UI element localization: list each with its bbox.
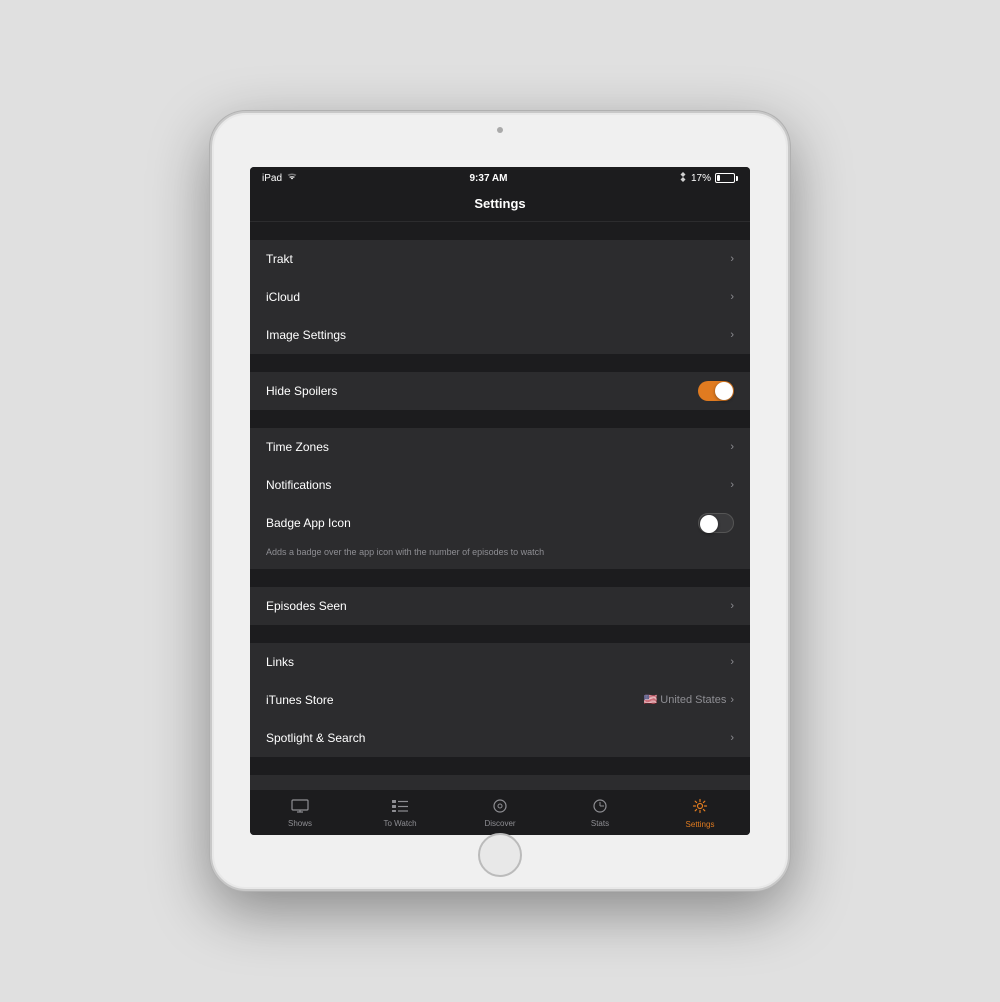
links-row[interactable]: Links ›	[250, 643, 750, 681]
image-settings-chevron-icon: ›	[730, 329, 734, 341]
badge-toggle-knob-icon	[700, 515, 718, 533]
settings-tab-label: Settings	[686, 820, 715, 829]
itunes-store-label: iTunes Store	[266, 693, 334, 707]
tab-stats[interactable]: Stats	[550, 794, 650, 833]
itunes-store-chevron-icon: ›	[730, 694, 734, 706]
badge-app-icon-row[interactable]: Badge App Icon	[250, 504, 750, 542]
episodes-seen-chevron-icon: ›	[730, 600, 734, 612]
image-settings-row[interactable]: Image Settings ›	[250, 316, 750, 354]
to-watch-tab-label: To Watch	[383, 819, 416, 828]
itunes-store-value: 🇺🇸 United States	[644, 693, 727, 706]
spotlight-search-label: Spotlight & Search	[266, 731, 365, 745]
battery-icon	[715, 173, 738, 183]
itunes-store-row[interactable]: iTunes Store 🇺🇸 United States ›	[250, 681, 750, 719]
time-zones-chevron-icon: ›	[730, 441, 734, 453]
badge-description-text: Adds a badge over the app icon with the …	[266, 547, 544, 557]
hide-spoilers-toggle[interactable]	[698, 381, 734, 401]
itunes-store-right: 🇺🇸 United States ›	[644, 693, 734, 706]
to-watch-icon	[391, 799, 409, 818]
discover-tab-label: Discover	[484, 819, 515, 828]
notifications-label: Notifications	[266, 478, 331, 492]
settings-content[interactable]: Trakt › iCloud › Image Settings › Hide S…	[250, 222, 750, 789]
trakt-row[interactable]: Trakt ›	[250, 240, 750, 278]
image-settings-label: Image Settings	[266, 328, 346, 342]
ipad-screen: iPad 9:37 AM	[250, 167, 750, 835]
hide-spoilers-label: Hide Spoilers	[266, 384, 337, 398]
shows-icon	[291, 799, 309, 818]
stats-icon	[593, 799, 607, 818]
spotlight-search-row[interactable]: Spotlight & Search ›	[250, 719, 750, 757]
time-zones-label: Time Zones	[266, 440, 329, 454]
battery-percent: 17%	[691, 173, 711, 184]
status-bar: iPad 9:37 AM	[250, 167, 750, 189]
tab-to-watch[interactable]: To Watch	[350, 794, 450, 833]
section-spoilers: Hide Spoilers	[250, 372, 750, 410]
trakt-chevron-icon: ›	[730, 253, 734, 265]
home-button[interactable]	[478, 833, 522, 877]
device-label: iPad	[262, 173, 282, 184]
badge-app-icon-description: Adds a badge over the app icon with the …	[250, 542, 750, 569]
bluetooth-icon	[679, 171, 687, 185]
episodes-seen-label: Episodes Seen	[266, 599, 347, 613]
episodes-seen-row[interactable]: Episodes Seen ›	[250, 587, 750, 625]
discover-icon	[493, 799, 507, 818]
settings-icon	[692, 798, 708, 819]
status-time: 9:37 AM	[470, 173, 508, 184]
links-label: Links	[266, 655, 294, 669]
section-main-settings: Trakt › iCloud › Image Settings ›	[250, 240, 750, 354]
tab-settings[interactable]: Settings	[650, 794, 750, 833]
badge-app-icon-label: Badge App Icon	[266, 516, 351, 530]
icloud-row[interactable]: iCloud ›	[250, 278, 750, 316]
tab-shows[interactable]: Shows	[250, 794, 350, 833]
trakt-label: Trakt	[266, 252, 293, 266]
links-chevron-icon: ›	[730, 656, 734, 668]
hide-spoilers-row[interactable]: Hide Spoilers	[250, 372, 750, 410]
notifications-chevron-icon: ›	[730, 479, 734, 491]
notifications-row[interactable]: Notifications ›	[250, 466, 750, 504]
about-row[interactable]: About Television Time ›	[250, 775, 750, 789]
section-episodes: Episodes Seen ›	[250, 587, 750, 625]
section-store: Links › iTunes Store 🇺🇸 United States › …	[250, 643, 750, 757]
ipad-device: iPad 9:37 AM	[210, 111, 790, 891]
time-zones-row[interactable]: Time Zones ›	[250, 428, 750, 466]
shows-tab-label: Shows	[288, 819, 312, 828]
front-camera-icon	[497, 127, 503, 133]
navigation-bar: Settings	[250, 189, 750, 222]
tab-bar: Shows To Watch	[250, 789, 750, 835]
badge-app-icon-toggle[interactable]	[698, 513, 734, 533]
status-left: iPad	[262, 172, 298, 184]
tab-discover[interactable]: Discover	[450, 794, 550, 833]
spotlight-search-chevron-icon: ›	[730, 732, 734, 744]
toggle-knob-icon	[715, 382, 733, 400]
section-about: About Television Time ›	[250, 775, 750, 789]
stats-tab-label: Stats	[591, 819, 609, 828]
wifi-icon	[286, 172, 298, 184]
nav-title: Settings	[474, 196, 525, 211]
status-right: 17%	[679, 171, 738, 185]
icloud-chevron-icon: ›	[730, 291, 734, 303]
section-notifications: Time Zones › Notifications › Badge App I…	[250, 428, 750, 569]
icloud-label: iCloud	[266, 290, 300, 304]
